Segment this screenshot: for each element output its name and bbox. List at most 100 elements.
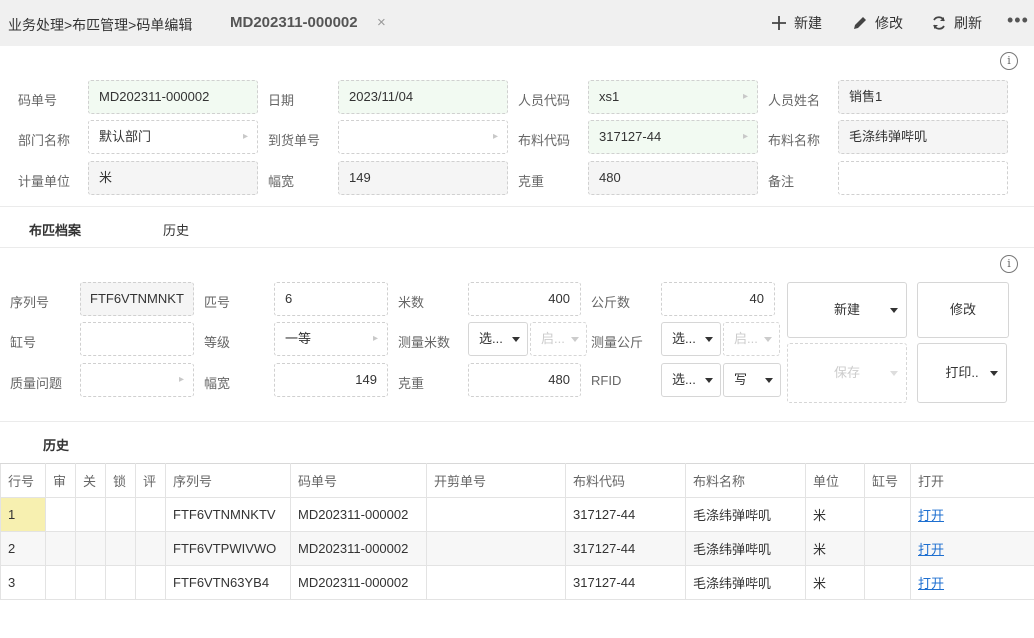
table-row[interactable]: 1 FTF6VTNMNKTV MD202311-000002 317127-44… [0,497,1034,532]
close-tab-icon[interactable]: × [377,14,386,31]
rfid-write-select[interactable]: 写 [723,363,781,397]
col-header[interactable]: 开剪单号 [426,463,566,498]
table-cell [45,565,76,600]
table-cell: MD202311-000002 [290,531,427,566]
table-cell [105,497,136,532]
col-header[interactable]: 序列号 [165,463,291,498]
table-cell: 317127-44 [565,497,686,532]
rfid-select[interactable]: 选... [661,363,721,397]
rfid-select-value: 选... [672,372,696,387]
weight-field: 480 [588,161,758,195]
width-field: 149 [338,161,508,195]
quality-label: 质量问题 [10,376,63,391]
new-button[interactable]: 新建 [771,13,822,33]
grade-value: 一等 [285,331,312,346]
piece-field[interactable]: 6 [274,282,388,316]
table-cell: 米 [805,497,865,532]
meters-field[interactable]: 400 [468,282,581,316]
fabric-code-field[interactable]: 317127-44 ▸ [588,120,758,154]
open-link[interactable]: 打开 [918,508,944,523]
col-header[interactable]: 布料代码 [565,463,686,498]
table-cell: 317127-44 [565,565,686,600]
chevron-right-icon: ▸ [742,131,748,142]
col-header[interactable]: 锁 [105,463,136,498]
date-field[interactable]: 2023/11/04 [338,80,508,114]
info-icon[interactable]: i [1000,52,1018,70]
col-header[interactable]: 审 [45,463,76,498]
roll-print-label: 打印.. [945,365,979,380]
grade-field[interactable]: 一等 ▸ [274,322,388,356]
table-cell: 打开 [910,565,1034,600]
new-button-label: 新建 [794,15,822,31]
caret-down-icon [990,371,998,376]
table-cell: 打开 [910,531,1034,566]
table-cell [75,497,106,532]
measure-meters-select-value: 选... [479,331,503,346]
col-header[interactable]: 行号 [0,463,46,498]
refresh-button[interactable]: 刷新 [931,13,982,33]
col-header[interactable]: 码单号 [290,463,427,498]
roll-new-label: 新建 [833,302,860,317]
measure-kg-select[interactable]: 选... [661,322,721,356]
chevron-right-icon: ▸ [178,374,184,385]
chevron-right-icon: ▸ [372,333,378,344]
top-bar: 业务处理>布匹管理>码单编辑 MD202311-000002 × 新建 修改 刷… [0,0,1034,46]
fabric-name-label: 布料名称 [768,133,821,148]
table-cell [135,497,166,532]
staff-code-field[interactable]: xs1 ▸ [588,80,758,114]
table-cell: 毛涤纬弹哔叽 [685,565,806,600]
measure-kg-start: 启... [723,322,780,356]
roll-weight-field[interactable]: 480 [468,363,581,397]
col-header[interactable]: 缸号 [864,463,911,498]
tab-archive[interactable]: 布匹档案 [29,220,81,239]
remark-label: 备注 [768,174,795,189]
row-number[interactable]: 3 [0,565,46,600]
more-icon[interactable]: ••• [1007,10,1029,31]
serial-field: FTF6VTNMNKT [80,282,194,316]
pencil-icon [854,17,866,29]
measure-meters-select[interactable]: 选... [468,322,528,356]
code-field[interactable]: MD202311-000002 [88,80,258,114]
divider [0,206,1034,207]
col-header[interactable]: 关 [75,463,106,498]
arrival-label: 到货单号 [268,133,321,148]
col-header[interactable]: 布料名称 [685,463,806,498]
col-header[interactable]: 打开 [910,463,1034,498]
quality-field[interactable]: ▸ [80,363,194,397]
kg-field[interactable]: 40 [661,282,775,316]
col-header[interactable]: 单位 [805,463,865,498]
open-link[interactable]: 打开 [918,542,944,557]
roll-print-button[interactable]: 打印.. [917,343,1007,403]
col-header[interactable]: 评 [135,463,166,498]
refresh-button-label: 刷新 [954,15,982,31]
edit-button[interactable]: 修改 [852,13,903,33]
roll-new-button[interactable]: 新建 [787,282,907,338]
rfid-label: RFID [591,373,622,388]
table-cell [105,565,136,600]
dept-label: 部门名称 [18,133,71,148]
roll-edit-button[interactable]: 修改 [917,282,1009,338]
roll-width-field[interactable]: 149 [274,363,388,397]
unit-field: 米 [88,161,258,195]
info-icon[interactable]: i [1000,255,1018,273]
remark-field[interactable] [838,161,1008,195]
vat-field[interactable] [80,322,194,356]
dept-field[interactable]: 默认部门 ▸ [88,120,258,154]
table-row[interactable]: 2 FTF6VTPWIVWO MD202311-000002 317127-44… [0,531,1034,566]
weight-label: 克重 [518,174,545,189]
roll-weight-label: 克重 [398,376,425,391]
row-number[interactable]: 1 [0,497,46,532]
tab-history[interactable]: 历史 [163,220,189,239]
document-tab-title[interactable]: MD202311-000002 [230,14,358,31]
rfid-write-value: 写 [734,372,748,387]
open-link[interactable]: 打开 [918,576,944,591]
table-cell [426,531,566,566]
row-number[interactable]: 2 [0,531,46,566]
arrival-field[interactable]: ▸ [338,120,508,154]
measure-kg-start-value: 启... [734,331,758,346]
table-cell [105,531,136,566]
dept-value: 默认部门 [99,129,152,144]
table-cell [45,497,76,532]
edit-button-label: 修改 [875,15,903,31]
table-row[interactable]: 3 FTF6VTN63YB4 MD202311-000002 317127-44… [0,565,1034,600]
